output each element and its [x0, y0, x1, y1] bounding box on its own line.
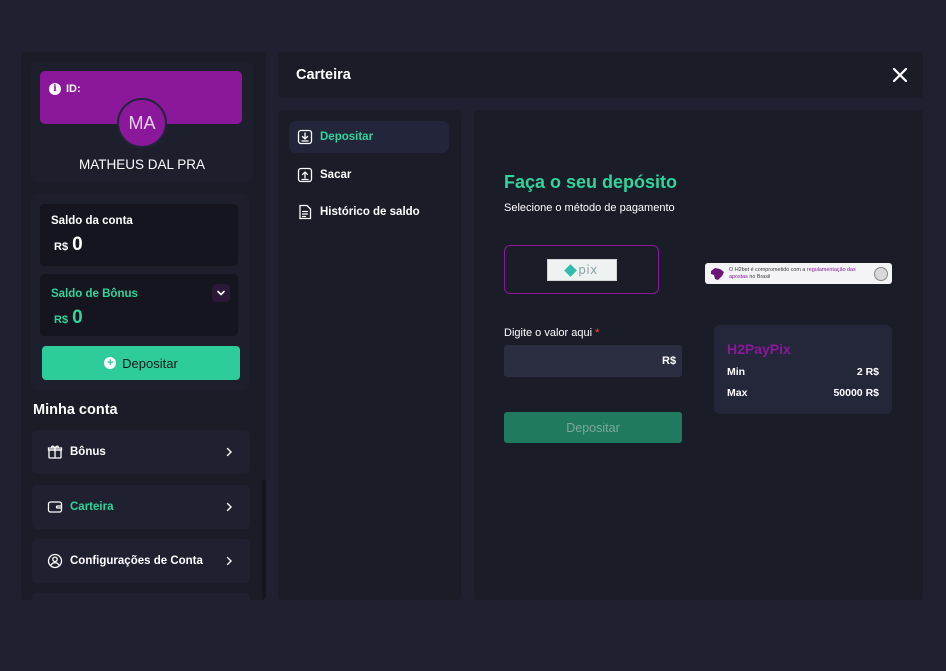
min-label: Min: [727, 366, 746, 378]
wallet-icon: [46, 498, 64, 516]
close-icon[interactable]: [891, 66, 909, 84]
sidebar-deposit-button[interactable]: + Depositar: [42, 346, 240, 380]
chevron-right-icon: [222, 500, 236, 514]
tab-withdraw[interactable]: Sacar: [289, 159, 449, 191]
regulation-text-suffix: no Brasil: [747, 273, 771, 280]
max-value: 50000 R$: [833, 387, 879, 399]
sidebar-item-bonus[interactable]: Bônus: [32, 430, 250, 474]
max-limit-row: Max 50000 R$: [727, 387, 879, 399]
sidebar-item-label: Bônus: [70, 446, 106, 458]
deposit-subtitle: Selecione o método de pagamento: [504, 202, 675, 214]
amount-input[interactable]: [504, 345, 682, 377]
sidebar-item-partial[interactable]: [32, 593, 250, 600]
limits-card: H2PayPix Min 2 R$ Max 50000 R$: [714, 325, 892, 414]
chevron-right-icon: [222, 554, 236, 568]
user-name: MATHEUS DAL PRA: [78, 157, 206, 172]
pix-logo-text: pix: [578, 263, 598, 277]
bonus-balance-box: Saldo de Bônus R$ 0: [40, 274, 238, 336]
my-account-heading: Minha conta: [33, 402, 118, 418]
bonus-balance-amount: 0: [72, 307, 83, 328]
document-icon: [296, 203, 314, 221]
sidebar-item-account-settings[interactable]: Configurações de Conta: [32, 539, 250, 583]
sidebar-deposit-label: Depositar: [122, 355, 178, 371]
plus-circle-icon: +: [104, 357, 117, 369]
regulation-text: O H2bet é comprometido com a regulamenta…: [729, 267, 870, 280]
upload-icon: [296, 166, 314, 184]
min-limit-row: Min 2 R$: [727, 366, 879, 378]
tab-withdraw-label: Sacar: [320, 169, 352, 181]
tab-balance-history[interactable]: Histórico de saldo: [289, 196, 449, 228]
deposit-submit-button[interactable]: Depositar: [504, 412, 682, 443]
account-balance-amount: 0: [72, 234, 83, 255]
account-balance-value: R$ 0: [54, 234, 83, 256]
deposit-panel: Faça o seu depósito Selecione o método d…: [474, 110, 923, 600]
pix-logo: pix: [547, 259, 617, 281]
amount-label-text: Digite o valor aqui: [504, 327, 593, 339]
required-mark: *: [595, 327, 600, 339]
account-balance-box: Saldo da conta R$ 0: [40, 204, 238, 266]
amount-currency: R$: [662, 355, 677, 367]
tab-deposit[interactable]: Depositar: [289, 121, 449, 153]
amount-label: Digite o valor aqui *: [504, 327, 599, 339]
bonus-balance-value: R$ 0: [54, 307, 83, 329]
tab-deposit-label: Depositar: [320, 131, 374, 143]
brazil-map-icon: [711, 267, 724, 280]
wallet-nav: Depositar Sacar Histórico de saldo: [278, 110, 461, 600]
chevron-right-icon: [222, 445, 236, 459]
gift-icon: [46, 443, 64, 461]
page-title: Carteira: [296, 67, 351, 83]
chevron-down-icon[interactable]: [212, 284, 230, 302]
regulation-text-prefix: O H2bet é comprometido com a: [729, 267, 807, 273]
min-value: 2 R$: [856, 366, 879, 378]
download-icon: [296, 128, 314, 146]
deposit-title: Faça o seu depósito: [504, 172, 678, 192]
info-icon: i: [49, 83, 61, 95]
account-sidebar: i ID: MA MATHEUS DAL PRA Saldo da conta …: [21, 52, 266, 600]
bonus-balance-currency: R$: [54, 314, 69, 326]
avatar[interactable]: MA: [117, 98, 167, 148]
seal-icon: [874, 266, 888, 281]
balance-card: Saldo da conta R$ 0 Saldo de Bônus R$ 0 …: [31, 194, 249, 390]
wallet-header: Carteira: [278, 52, 923, 98]
provider-name: H2PayPix: [727, 341, 791, 357]
sidebar-scrollbar[interactable]: [262, 480, 266, 600]
pix-diamond-icon: [564, 263, 578, 277]
account-balance-currency: R$: [54, 241, 69, 253]
max-label: Max: [727, 387, 748, 399]
bonus-balance-label: Saldo de Bônus: [51, 288, 138, 300]
profile-card: i ID: MA MATHEUS DAL PRA: [31, 62, 253, 182]
sidebar-item-wallet[interactable]: Carteira: [32, 485, 250, 529]
tab-balance-history-label: Histórico de saldo: [320, 206, 420, 218]
sidebar-item-label: Configurações de Conta: [70, 555, 203, 567]
user-id-label: ID:: [66, 83, 81, 95]
payment-method-pix[interactable]: pix: [504, 245, 659, 294]
user-id-row: i ID:: [49, 83, 81, 95]
account-balance-label: Saldo da conta: [51, 215, 133, 227]
regulation-badge: O H2bet é comprometido com a regulamenta…: [705, 263, 892, 284]
sidebar-item-label: Carteira: [70, 501, 114, 513]
user-settings-icon: [46, 552, 64, 570]
